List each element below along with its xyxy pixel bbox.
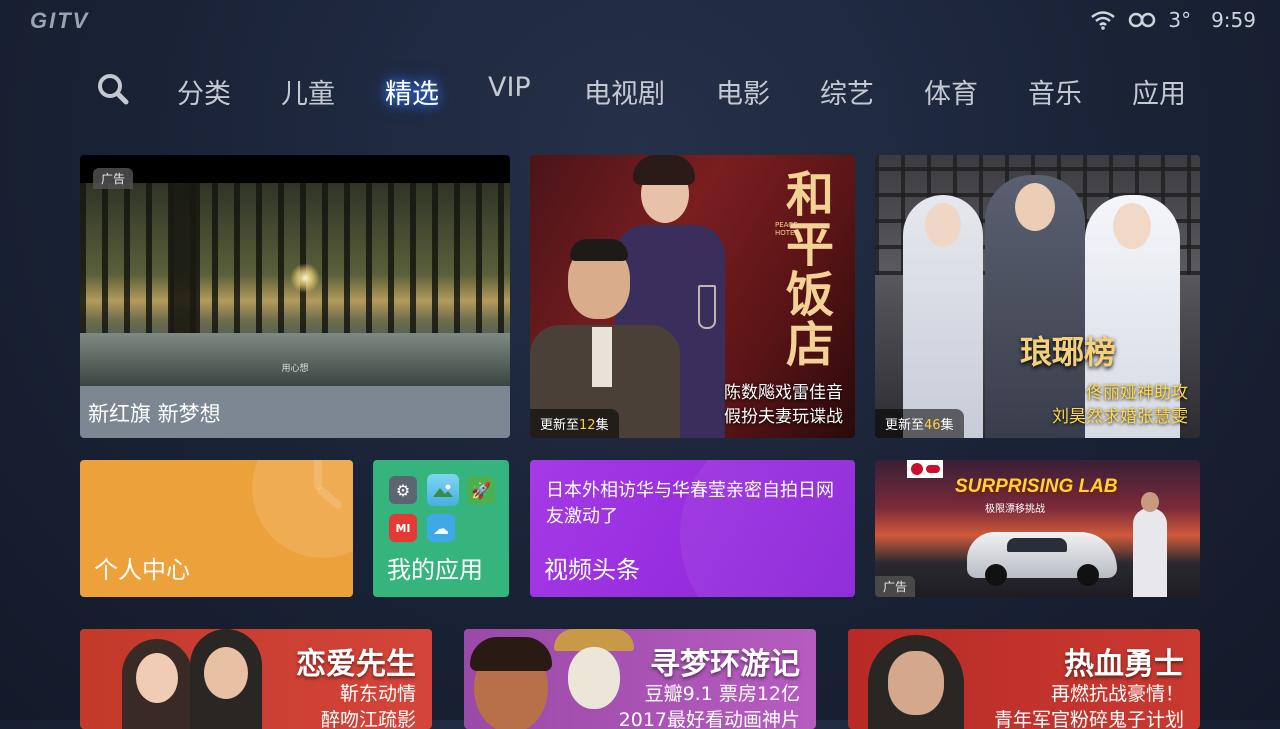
tab-featured[interactable]: 精选: [385, 72, 439, 111]
my-apps-label: 我的应用: [387, 556, 483, 584]
lab-title: SURPRISING LAB: [955, 476, 1118, 497]
ad-caption-bar: 新红旗 新梦想: [80, 386, 510, 438]
hero-subtitle: 再燃抗战豪情！ 青年军官粉碎鬼子计划: [993, 683, 1184, 729]
coco-title: 寻梦环游记: [650, 647, 800, 682]
tab-variety[interactable]: 综艺: [820, 72, 874, 111]
video-headlines-tile[interactable]: 日本外相访华与华春莹亲密自拍日网友激动了 视频头条: [530, 460, 855, 597]
peace-hotel-title: 和平饭店: [785, 167, 834, 373]
coco-tile[interactable]: 寻梦环游记 豆瓣9.1 票房12亿 2017最好看动画神片: [464, 629, 816, 729]
tab-tv-series[interactable]: 电视剧: [584, 72, 665, 111]
langya-title: 琅琊榜: [1020, 333, 1117, 371]
link-icon: [1128, 11, 1156, 29]
hero-title: 热血勇士: [1064, 647, 1184, 682]
update-badge: 更新至46集: [875, 409, 964, 438]
forest-image: [80, 183, 510, 386]
cloud-icon: ☁: [427, 514, 455, 542]
driver-figure: [1133, 492, 1167, 597]
tab-kids[interactable]: 儿童: [281, 72, 335, 111]
ad-title: 新红旗 新梦想: [88, 402, 221, 426]
poster-figure-woman: [122, 639, 192, 729]
lab-subtitle: 极限漂移挑战: [985, 504, 1045, 515]
gallery-icon: [427, 474, 459, 506]
ad-tag: 广告: [875, 576, 916, 597]
clock-icon: [252, 460, 353, 558]
peace-hotel-title-en: PEACE HOTEL: [775, 221, 799, 237]
sponsor-badge: [907, 460, 943, 478]
tab-movies[interactable]: 电影: [716, 72, 770, 111]
love-subtitle: 靳东动情 醉吻江疏影: [320, 683, 416, 729]
ad-subtitle: 用心想: [281, 364, 309, 374]
poster-figure-boy: [470, 637, 552, 729]
temperature: 3°: [1168, 8, 1192, 32]
poster-figure-soldier: [868, 635, 964, 729]
top-nav: 分类 儿童 精选 VIP 电视剧 电影 综艺 体育 音乐 应用: [0, 66, 1280, 114]
wine-glass: [698, 285, 716, 329]
my-apps-tile[interactable]: ⚙ 🚀 MI ☁ 我的应用: [373, 460, 509, 597]
surprising-lab-tile[interactable]: SURPRISING LAB 极限漂移挑战 广告: [875, 460, 1200, 597]
ad-tag: 广告: [93, 168, 134, 189]
love-title: 恋爱先生: [296, 647, 416, 682]
app-logo: GITV: [30, 8, 90, 33]
tab-apps[interactable]: 应用: [1132, 72, 1186, 111]
blood-hero-tile[interactable]: 热血勇士 再燃抗战豪情！ 青年军官粉碎鬼子计划: [848, 629, 1200, 729]
update-badge: 更新至12集: [530, 409, 619, 438]
status-bar: 3° 9:59: [1090, 8, 1256, 32]
langya-caption: 佟丽娅神助攻 刘昊然求婚张慧雯: [1052, 383, 1188, 427]
langya-tile[interactable]: 琅琊榜 佟丽娅神助攻 刘昊然求婚张慧雯 更新至46集: [875, 155, 1200, 438]
poster-figure-left: [903, 195, 983, 438]
ad-banner-tile[interactable]: 广告 用心想 新红旗 新梦想: [80, 155, 510, 438]
wifi-icon: [1090, 10, 1116, 30]
video-headlines-label: 视频头条: [544, 556, 640, 584]
tab-vip[interactable]: VIP: [488, 72, 531, 103]
tab-category[interactable]: 分类: [177, 72, 231, 111]
poster-figure-man: [190, 629, 262, 729]
headline-text: 日本外相访华与华春莹亲密自拍日网友激动了: [546, 480, 834, 527]
tab-sports[interactable]: 体育: [924, 72, 978, 111]
clock: 9:59: [1211, 8, 1256, 32]
rocket-icon: 🚀: [467, 476, 495, 504]
poster-figure-man: [530, 235, 700, 438]
settings-icon: ⚙: [389, 476, 417, 504]
peace-hotel-caption: 陈数飚戏雷佳音 假扮夫妻玩谍战: [724, 383, 843, 427]
tab-music[interactable]: 音乐: [1028, 72, 1082, 111]
mi-icon: MI: [389, 514, 417, 542]
personal-center-tile[interactable]: 个人中心: [80, 460, 353, 597]
love-mister-tile[interactable]: 恋爱先生 靳东动情 醉吻江疏影: [80, 629, 432, 729]
coco-subtitle: 豆瓣9.1 票房12亿 2017最好看动画神片: [618, 683, 800, 729]
peace-hotel-tile[interactable]: 和平饭店 PEACE HOTEL 陈数飚戏雷佳音 假扮夫妻玩谍战 更新至12集: [530, 155, 855, 438]
personal-center-label: 个人中心: [94, 556, 190, 584]
race-car: [967, 532, 1117, 586]
